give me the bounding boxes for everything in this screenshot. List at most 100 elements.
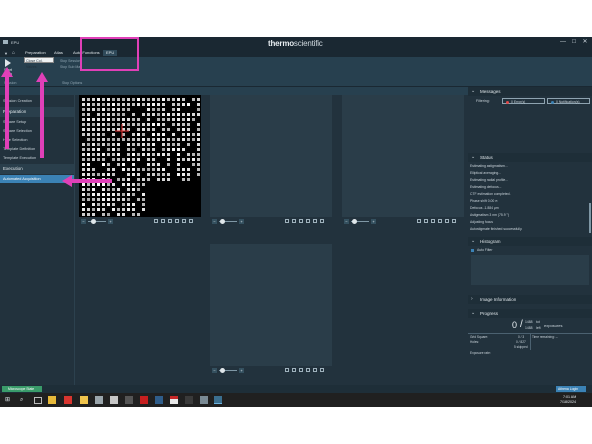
image-tile-2[interactable] bbox=[210, 95, 332, 217]
crosshair-icon[interactable] bbox=[306, 368, 310, 372]
zoom-in-button[interactable]: + bbox=[371, 219, 376, 224]
run-play-icon[interactable] bbox=[5, 59, 11, 67]
app-icon-dark[interactable] bbox=[125, 396, 133, 404]
expand-icon[interactable] bbox=[320, 219, 324, 223]
zoom-out-button[interactable]: − bbox=[81, 219, 86, 224]
zoom-out-button[interactable]: − bbox=[212, 219, 217, 224]
close-button[interactable]: ✕ bbox=[581, 39, 589, 46]
app-icon-tiles[interactable] bbox=[110, 396, 118, 404]
filter-icon[interactable] bbox=[161, 219, 165, 223]
crosshair-icon[interactable] bbox=[306, 219, 310, 223]
image-tile-3[interactable] bbox=[342, 95, 464, 217]
app-icon-tool[interactable] bbox=[200, 396, 208, 404]
athena-login-button[interactable]: Athena Login bbox=[556, 386, 586, 392]
zoom-out-button[interactable]: − bbox=[344, 219, 349, 224]
filter-icon[interactable] bbox=[424, 219, 428, 223]
image-information-header[interactable]: › Image Information bbox=[468, 295, 592, 304]
histogram-header[interactable]: ⌄ Histogram bbox=[468, 237, 592, 246]
filter-icon[interactable] bbox=[292, 219, 296, 223]
expand-icon[interactable] bbox=[189, 219, 193, 223]
sidebar-item-template-execution[interactable]: Template Execution bbox=[0, 154, 74, 162]
settings-icon[interactable] bbox=[313, 219, 317, 223]
status-scrollbar[interactable] bbox=[589, 203, 591, 233]
measure-icon[interactable] bbox=[168, 219, 172, 223]
app-icon-red[interactable] bbox=[64, 396, 72, 404]
grid-hole bbox=[122, 198, 125, 201]
expand-icon[interactable] bbox=[452, 219, 456, 223]
filter-icon[interactable] bbox=[292, 368, 296, 372]
image-tile-4[interactable] bbox=[210, 244, 332, 366]
task-view-icon[interactable] bbox=[34, 397, 42, 404]
measure-icon[interactable] bbox=[299, 219, 303, 223]
grid-hole bbox=[127, 118, 130, 121]
clock-date[interactable]: 7/18/2024 bbox=[560, 400, 576, 404]
grid-hole bbox=[152, 168, 155, 171]
zoom-slider-knob[interactable] bbox=[220, 219, 225, 224]
errors-filter-button[interactable]: 0 Error(s) bbox=[502, 98, 545, 104]
tab-atlas[interactable]: Atlas bbox=[51, 50, 66, 56]
expand-icon[interactable] bbox=[320, 368, 324, 372]
section-header-preparation[interactable]: Preparation bbox=[0, 107, 74, 117]
grid-hole bbox=[137, 173, 140, 176]
fit-icon[interactable] bbox=[417, 219, 421, 223]
measure-icon[interactable] bbox=[431, 219, 435, 223]
sidebar-item-square-selection[interactable]: Square Selection bbox=[0, 127, 74, 135]
stop-sub-label[interactable]: Stop Sub Ma bbox=[60, 65, 80, 69]
tooltip-text: Close Col. Valves bbox=[26, 59, 43, 69]
windows-start-icon[interactable]: ⊞ bbox=[5, 396, 13, 404]
messages-header[interactable]: ⌄ Messages bbox=[468, 87, 592, 96]
zoom-slider-knob[interactable] bbox=[352, 219, 357, 224]
fit-icon[interactable] bbox=[154, 219, 158, 223]
measure-icon[interactable] bbox=[299, 368, 303, 372]
clock-time[interactable]: 7:01 AM bbox=[563, 395, 576, 399]
sidebar-item-session-creation[interactable]: Session Creation bbox=[0, 97, 74, 105]
settings-icon[interactable] bbox=[182, 219, 186, 223]
grid-hole bbox=[92, 183, 95, 186]
zoom-out-button[interactable]: − bbox=[212, 368, 217, 373]
zoom-slider-knob[interactable] bbox=[91, 219, 96, 224]
zoom-in-button[interactable]: + bbox=[239, 368, 244, 373]
epu-taskbar-icon[interactable] bbox=[214, 396, 222, 404]
image-tile-1[interactable]: − + bbox=[79, 95, 201, 225]
grid-hole bbox=[87, 213, 90, 216]
file-explorer-icon[interactable] bbox=[48, 396, 56, 404]
settings-icon[interactable] bbox=[313, 368, 317, 372]
app-icon-grey[interactable] bbox=[95, 396, 103, 404]
maximize-button[interactable]: ☐ bbox=[570, 39, 578, 46]
progress-header[interactable]: ⌄ Progress bbox=[468, 309, 592, 318]
app-icon-flag[interactable] bbox=[170, 396, 178, 404]
zoom-in-button[interactable]: + bbox=[108, 219, 113, 224]
grid-hole bbox=[192, 98, 195, 101]
app-icon-blue[interactable] bbox=[155, 396, 163, 404]
microscope-state-button[interactable]: Microscope State bbox=[2, 386, 42, 392]
zoom-in-button[interactable]: + bbox=[239, 219, 244, 224]
sidebar-item-square-setup[interactable]: Square Setup bbox=[0, 118, 74, 126]
home-icon[interactable]: ⌂ bbox=[12, 50, 15, 56]
grid-square-image[interactable] bbox=[79, 95, 201, 217]
status-header[interactable]: ⌄ Status bbox=[468, 153, 592, 162]
notifications-filter-button[interactable]: 0 Notification(s) bbox=[547, 98, 590, 104]
settings-icon[interactable] bbox=[445, 219, 449, 223]
stop-session-label[interactable]: Stop Session bbox=[60, 59, 81, 63]
zoom-slider-knob[interactable] bbox=[220, 368, 225, 373]
app-icon-folder[interactable] bbox=[80, 396, 88, 404]
grid-hole bbox=[162, 108, 165, 111]
grid-hole bbox=[142, 168, 145, 171]
menu-arrow-icon[interactable]: ▼ bbox=[4, 51, 8, 56]
fit-icon[interactable] bbox=[285, 368, 289, 372]
sidebar-item-hole-selection[interactable]: Hole Selection bbox=[0, 136, 74, 144]
grid-hole bbox=[92, 158, 95, 161]
fit-icon[interactable] bbox=[285, 219, 289, 223]
annotation-arrowhead-up-1 bbox=[1, 67, 13, 77]
crosshair-icon[interactable] bbox=[438, 219, 442, 223]
section-header-execution[interactable]: Execution bbox=[0, 164, 74, 174]
app-icon-red-2[interactable] bbox=[140, 396, 148, 404]
sidebar-item-template-definition[interactable]: Template Definition bbox=[0, 145, 74, 153]
minimize-button[interactable]: — bbox=[559, 39, 567, 46]
auto-filter-checkbox[interactable] bbox=[471, 249, 474, 252]
crosshair-icon[interactable] bbox=[175, 219, 179, 223]
grid-hole bbox=[112, 153, 115, 156]
tab-preparation[interactable]: Preparation bbox=[22, 50, 49, 56]
app-icon-bar[interactable] bbox=[185, 396, 193, 404]
search-icon[interactable]: ⌕ bbox=[20, 396, 28, 404]
